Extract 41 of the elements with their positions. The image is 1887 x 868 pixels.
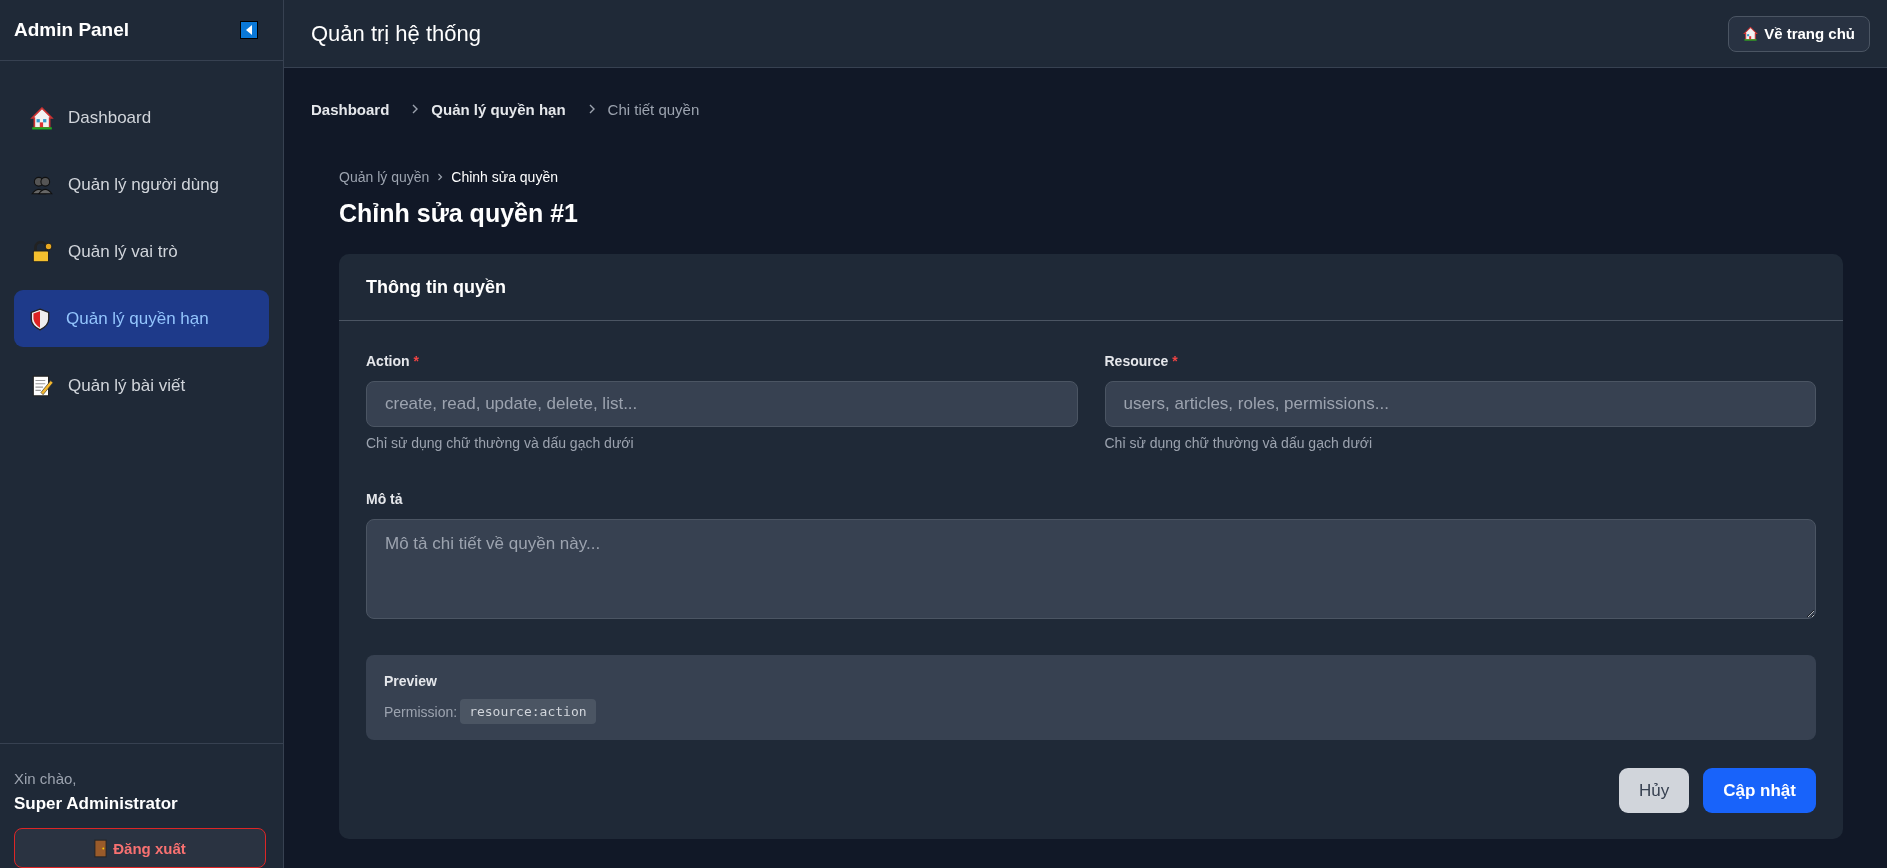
door-icon	[94, 838, 108, 858]
breadcrumb-link[interactable]: Quản lý quyền hạn	[431, 100, 566, 118]
required-mark: *	[413, 353, 419, 369]
preview-title: Preview	[384, 673, 438, 689]
field-label: Resource *	[1104, 353, 1179, 369]
hint-text: Chỉ sử dụng chữ thường và dấu gạch dưới	[1104, 435, 1374, 451]
page-header-title: Quản trị hệ thống	[311, 20, 481, 47]
sidebar-item[interactable]: Dashboard	[14, 89, 269, 146]
home-button[interactable]: Về trang chủ	[1728, 15, 1870, 52]
field-label: Action *	[366, 353, 420, 369]
user-name: Super Administrator	[14, 794, 178, 814]
chevron-icon	[437, 173, 444, 181]
sidebar-item[interactable]: Quản lý người dùng	[14, 156, 269, 213]
collapse-icon[interactable]	[240, 21, 258, 39]
update-button[interactable]: Cập nhật	[1703, 768, 1816, 813]
house-icon	[30, 105, 54, 130]
page-title: Chỉnh sửa quyền #1	[339, 199, 579, 228]
hint-text: Chỉ sử dụng chữ thường và dấu gạch dưới	[366, 435, 635, 451]
shield-icon	[28, 306, 52, 331]
permission-code: resource:action	[460, 699, 596, 724]
description-field[interactable]: Mô tả chi tiết về quyền này...	[366, 519, 1816, 619]
input-field[interactable]: users, articles, roles, permissions...	[1104, 381, 1816, 427]
sidebar-item[interactable]: Quản lý vai trò	[14, 223, 269, 280]
cancel-button[interactable]: Hủy	[1619, 768, 1690, 813]
required-mark: *	[1172, 353, 1178, 369]
document-icon	[30, 373, 54, 398]
chevron-icon	[411, 104, 420, 114]
field-label: Mô tả	[366, 491, 404, 507]
breadcrumb-link[interactable]: Dashboard	[311, 100, 390, 118]
input-field[interactable]: create, read, update, delete, list...	[366, 381, 1078, 427]
logout-button[interactable]: Đăng xuất	[14, 828, 266, 868]
chevron-icon	[587, 104, 596, 114]
greeting-text: Xin chào,	[14, 770, 77, 787]
house-icon	[1743, 26, 1759, 41]
card-title: Thông tin quyền	[366, 276, 506, 298]
lock-icon	[30, 239, 54, 264]
sidebar-item[interactable]: Quản lý quyền hạn	[14, 290, 269, 347]
sidebar-title: Admin Panel	[14, 19, 130, 41]
breadcrumb-link[interactable]: Quản lý quyền	[339, 169, 430, 185]
preview-label: Permission:	[384, 703, 458, 720]
sidebar-item[interactable]: Quản lý bài viết	[14, 357, 269, 414]
